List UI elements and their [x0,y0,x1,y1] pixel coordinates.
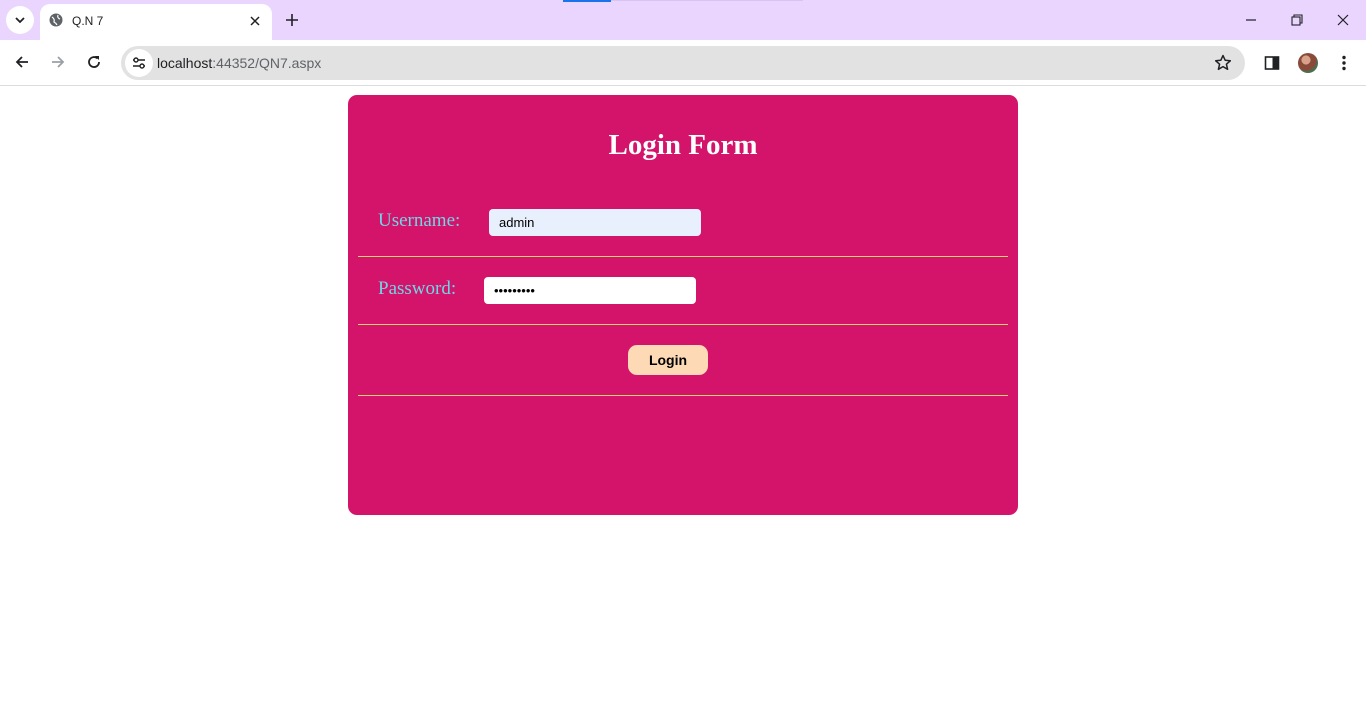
close-window-button[interactable] [1320,0,1366,40]
url-host: localhost [157,55,213,71]
plus-icon [286,14,298,26]
url-text: localhost:44352/QN7.aspx [157,55,321,71]
site-info-button[interactable] [125,49,153,77]
tab-strip-accent [563,0,611,2]
side-panel-icon [1264,56,1280,70]
tab-title: Q.N 7 [72,14,104,28]
forward-button[interactable] [43,47,73,77]
side-panel-button[interactable] [1258,49,1286,77]
profile-button[interactable] [1294,49,1322,77]
login-form-title: Login Form [608,129,758,161]
password-label: Password: [378,278,457,299]
tune-icon [133,57,145,69]
close-icon [1337,14,1349,26]
minimize-button[interactable] [1228,0,1274,40]
divider [358,324,1008,325]
divider [358,256,1008,257]
tab-active[interactable]: Q.N 7 [40,4,272,40]
close-icon [250,16,260,26]
browser-toolbar: localhost:44352/QN7.aspx [0,40,1366,86]
star-icon [1214,54,1232,71]
kebab-menu-icon [1342,55,1346,71]
globe-icon [49,13,63,27]
tab-strip: Q.N 7 [0,0,1366,40]
new-tab-button[interactable] [280,8,304,32]
back-button[interactable] [7,47,37,77]
password-input[interactable] [484,277,696,304]
address-bar[interactable]: localhost:44352/QN7.aspx [121,46,1245,80]
tab-close-button[interactable] [246,12,264,30]
minimize-icon [1246,19,1256,21]
restore-icon [1291,14,1303,26]
reload-icon [88,56,100,68]
bookmark-button[interactable] [1211,51,1235,75]
reload-button[interactable] [79,47,109,77]
forward-arrow-icon [52,56,65,68]
login-button[interactable]: Login [628,345,708,375]
username-input[interactable] [489,209,701,236]
tab-strip-accent-line [611,0,803,1]
username-label: Username: [378,210,461,231]
browser-menu-button[interactable] [1330,49,1358,77]
divider [358,395,1008,396]
restore-button[interactable] [1274,0,1320,40]
url-path: :44352/QN7.aspx [212,55,322,71]
back-arrow-icon [15,56,28,68]
chevron-down-icon [15,17,25,24]
tab-search-button[interactable] [6,6,34,34]
login-form-card: Login Form Username: Password: Login [348,95,1018,515]
avatar [1298,53,1318,73]
